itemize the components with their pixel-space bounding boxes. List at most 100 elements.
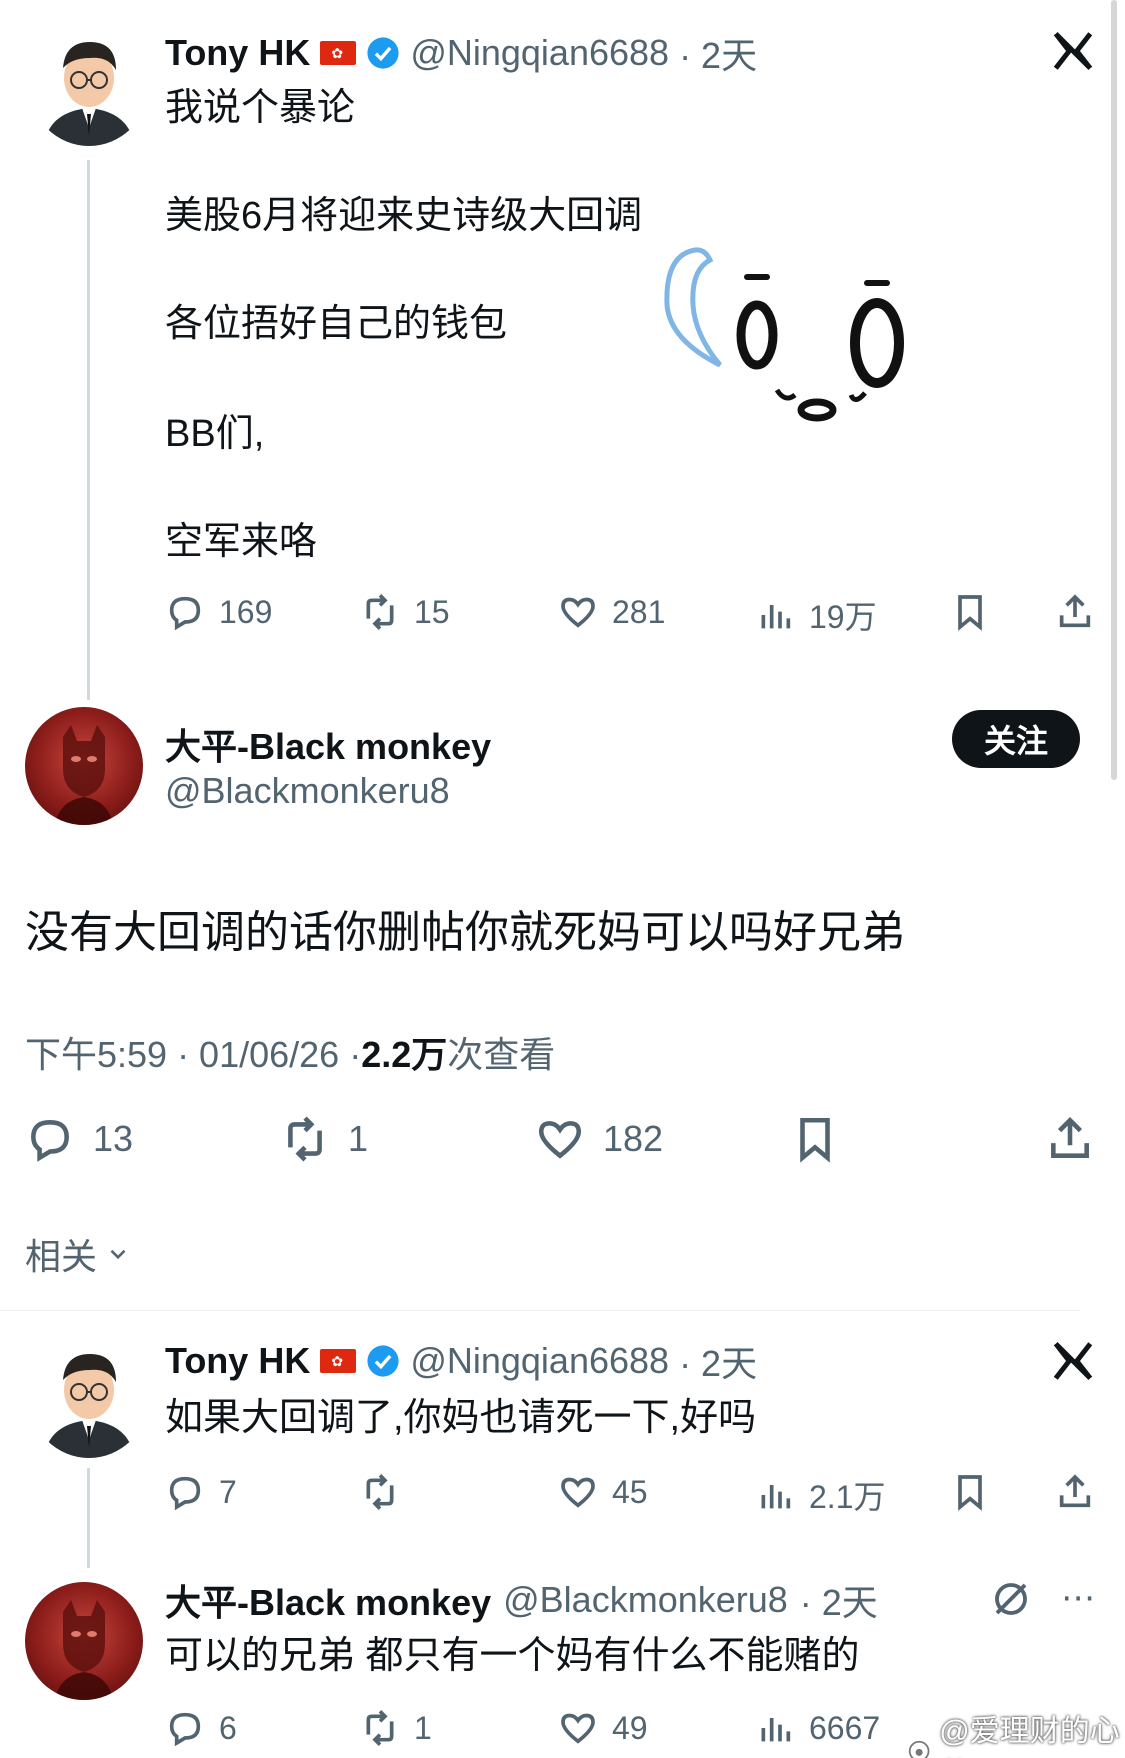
views-button[interactable]: 19万 xyxy=(755,592,877,638)
bookmark-button[interactable] xyxy=(950,1472,990,1512)
author-name[interactable]: Tony HK xyxy=(165,32,310,74)
reply-button[interactable]: 6 xyxy=(165,1708,237,1748)
post-line: 我说个暴论 xyxy=(165,87,356,129)
divider xyxy=(0,1310,1080,1311)
watermark-text: @爱理财的心蓝 xyxy=(939,1715,1120,1748)
analytics-icon xyxy=(761,1718,791,1742)
post-text: 如果大回调了,你妈也请死一下,好吗 xyxy=(165,1397,757,1439)
share-button[interactable] xyxy=(1055,1472,1095,1512)
like-button[interactable]: 49 xyxy=(558,1708,648,1748)
post-meta: 下午5:59 · 01/06/26 · 2.2万 次查看 xyxy=(25,1026,555,1078)
thread-line xyxy=(87,1468,90,1568)
reply-count: 169 xyxy=(219,593,273,630)
like-count: 45 xyxy=(612,1473,648,1510)
author-name[interactable]: 大平-Black monkey xyxy=(165,1574,491,1626)
author-handle[interactable]: @Ningqian6688 xyxy=(410,32,669,74)
avatar[interactable] xyxy=(30,1340,148,1458)
author-handle[interactable]: @Blackmonkeru8 xyxy=(503,1579,788,1621)
repost-icon xyxy=(366,1710,394,1746)
avatar[interactable] xyxy=(30,28,148,146)
post-header: Tony HK ✿ @Ningqian6688 · 2天 xyxy=(165,28,757,78)
share-icon xyxy=(1059,594,1091,628)
avatar[interactable] xyxy=(25,707,143,825)
post-line: BB们, xyxy=(165,413,265,455)
follow-button[interactable]: 关注 xyxy=(952,710,1080,768)
thread-line xyxy=(87,160,90,700)
author-handle[interactable]: @Blackmonkeru8 xyxy=(165,770,450,812)
post-timestamp[interactable]: 下午5:59 · 01/06/26 · xyxy=(25,1026,361,1078)
post-line: 各位捂好自己的钱包 xyxy=(165,303,508,345)
reply-icon xyxy=(169,596,201,631)
bookmark-icon xyxy=(800,1117,830,1163)
post-line: 美股6月将迎来史诗级大回调 xyxy=(165,195,643,237)
heart-icon xyxy=(561,1477,595,1508)
like-button[interactable]: 281 xyxy=(558,592,665,632)
like-count: 281 xyxy=(612,593,666,630)
repost-icon xyxy=(366,1474,394,1510)
post-time: · 2天 xyxy=(679,1343,758,1384)
post-header: 大平-Black monkey @Blackmonkeru8 · 2天 xyxy=(165,1574,878,1626)
reply-button[interactable]: 169 xyxy=(165,592,272,632)
x-logo-icon[interactable] xyxy=(1050,28,1096,74)
post-time: · 2天 xyxy=(679,35,758,76)
hk-flag-icon: ✿ xyxy=(320,1349,357,1373)
bookmark-icon xyxy=(958,1475,982,1511)
more-options-icon[interactable]: ⋯ xyxy=(1058,1578,1098,1618)
related-toggle[interactable]: 相关 xyxy=(25,1228,131,1280)
post-text: 可以的兄弟 都只有一个妈有什么不能赌的 xyxy=(165,1635,860,1677)
views-count: 19万 xyxy=(809,599,877,635)
x-logo-icon[interactable] xyxy=(1050,1338,1096,1384)
avatar[interactable] xyxy=(25,1582,143,1700)
shocked-face-sticker xyxy=(655,245,915,430)
author-handle[interactable]: @Ningqian6688 xyxy=(410,1340,669,1382)
weibo-logo-icon xyxy=(908,1740,930,1758)
verified-badge-icon xyxy=(366,36,400,70)
bookmark-button[interactable] xyxy=(950,592,990,632)
share-icon xyxy=(1051,1117,1089,1158)
repost-count: 1 xyxy=(348,1118,369,1159)
views-button[interactable]: 2.1万 xyxy=(755,1472,886,1518)
reply-count: 7 xyxy=(219,1473,237,1510)
scrollbar[interactable] xyxy=(1111,0,1117,780)
like-button[interactable]: 45 xyxy=(558,1472,648,1512)
heart-icon xyxy=(561,1713,595,1744)
repost-count: 15 xyxy=(414,593,450,630)
repost-button[interactable]: 1 xyxy=(360,1708,432,1748)
reply-icon xyxy=(169,1712,201,1747)
share-button[interactable] xyxy=(1045,1114,1095,1164)
bookmark-button[interactable] xyxy=(790,1114,840,1164)
verified-badge-icon xyxy=(366,1344,400,1378)
author-name[interactable]: 大平-Black monkey xyxy=(165,718,491,770)
views-total: 2.2万 xyxy=(361,1034,448,1075)
post-time: · 2天 xyxy=(799,1582,878,1623)
reply-button[interactable]: 13 xyxy=(25,1114,133,1164)
like-button[interactable]: 182 xyxy=(535,1114,663,1164)
repost-count: 1 xyxy=(414,1709,432,1746)
reply-count: 13 xyxy=(93,1118,134,1159)
share-icon xyxy=(1059,1474,1091,1508)
repost-icon xyxy=(288,1116,322,1162)
repost-button[interactable]: 1 xyxy=(280,1114,368,1164)
heart-icon xyxy=(538,1121,582,1159)
repost-button[interactable] xyxy=(360,1472,414,1512)
views-button[interactable]: 6667 xyxy=(755,1708,880,1748)
share-button[interactable] xyxy=(1055,592,1095,632)
grok-icon[interactable] xyxy=(990,1578,1032,1620)
chevron-down-icon xyxy=(110,1249,126,1260)
views-count: 6667 xyxy=(809,1709,881,1746)
post-line: 空军来咯 xyxy=(165,521,318,563)
analytics-icon xyxy=(761,1485,791,1509)
hk-flag-icon: ✿ xyxy=(320,41,357,65)
views-label: 次查看 xyxy=(447,1034,556,1075)
author-name[interactable]: Tony HK xyxy=(165,1340,310,1382)
heart-icon xyxy=(561,597,595,628)
reply-button[interactable]: 7 xyxy=(165,1472,237,1512)
like-count: 182 xyxy=(603,1118,664,1159)
watermark: @爱理财的心蓝 xyxy=(905,1706,1125,1758)
like-count: 49 xyxy=(612,1709,648,1746)
repost-button[interactable]: 15 xyxy=(360,592,450,632)
reply-icon xyxy=(169,1476,201,1511)
post-header: Tony HK ✿ @Ningqian6688 · 2天 xyxy=(165,1336,757,1386)
post-text: 没有大回调的话你删帖你就死妈可以吗好兄弟 xyxy=(25,908,905,957)
analytics-icon xyxy=(761,605,791,629)
